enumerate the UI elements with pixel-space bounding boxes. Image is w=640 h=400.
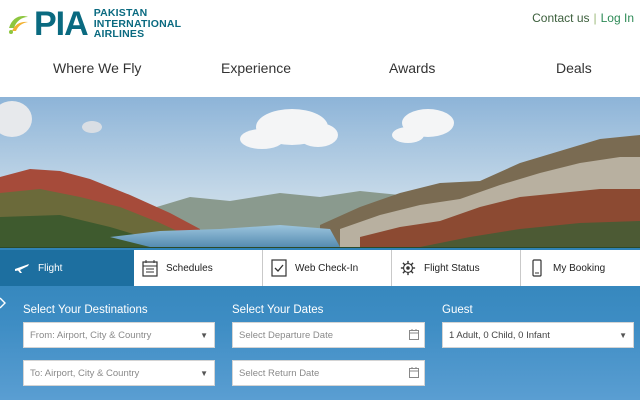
return-date-input[interactable]: Select Return Date [232, 360, 425, 386]
to-airport-select[interactable]: To: Airport, City & Country ▼ [23, 360, 215, 386]
guest-select[interactable]: 1 Adult, 0 Child, 0 Infant ▼ [442, 322, 634, 348]
return-placeholder: Select Return Date [239, 367, 320, 379]
plane-icon [14, 259, 30, 277]
destinations-label: Select Your Destinations [23, 304, 148, 316]
nav-where-we-fly[interactable]: Where We Fly [53, 60, 141, 76]
dates-label: Select Your Dates [232, 304, 324, 316]
calendar-icon [409, 329, 419, 340]
logo-swirl-icon [9, 16, 28, 34]
main-nav: Where We Fly Experience Awards Deals [0, 60, 640, 82]
top-links: Contact us | Log In [532, 11, 634, 25]
calendar-icon [409, 367, 419, 378]
tab-web-check-in[interactable]: Web Check-In [263, 250, 392, 286]
calendar-icon [142, 259, 158, 277]
to-placeholder: To: Airport, City & Country [30, 367, 140, 379]
pia-logo[interactable]: PIA PAKISTAN INTERNATIONAL AIRLINES [6, 6, 181, 42]
chevron-down-icon: ▼ [200, 331, 208, 340]
tab-label: Flight Status [424, 262, 480, 274]
logo-wordmark: PIA [34, 5, 89, 43]
chevron-down-icon: ▼ [619, 331, 627, 340]
tab-label: My Booking [553, 262, 606, 274]
link-separator: | [593, 11, 597, 25]
web-checkin-icon [271, 259, 287, 277]
hero-landscape-image [0, 97, 640, 257]
site-header: PIA PAKISTAN INTERNATIONAL AIRLINES Cont… [0, 0, 640, 97]
nav-awards[interactable]: Awards [389, 60, 435, 76]
tab-label: Web Check-In [295, 262, 359, 274]
chevron-down-icon: ▼ [200, 369, 208, 378]
nav-deals[interactable]: Deals [556, 60, 592, 76]
login-link[interactable]: Log In [601, 11, 634, 25]
mobile-icon [529, 259, 545, 277]
guest-label: Guest [442, 304, 473, 316]
tab-label: Schedules [166, 262, 213, 274]
tab-flight[interactable]: Flight [6, 250, 134, 286]
guest-value: 1 Adult, 0 Child, 0 Infant [449, 329, 550, 341]
from-placeholder: From: Airport, City & Country [30, 329, 152, 341]
tab-my-booking[interactable]: My Booking [521, 250, 640, 286]
tab-label: Flight [38, 262, 63, 274]
departure-placeholder: Select Departure Date [239, 329, 333, 341]
booking-tabs: Flight Schedules Web Check-In Flight Sta… [6, 250, 640, 286]
tab-flight-status[interactable]: Flight Status [392, 250, 521, 286]
from-airport-select[interactable]: From: Airport, City & Country ▼ [23, 322, 215, 348]
gear-icon [400, 259, 416, 277]
landscape-illustration [0, 97, 640, 257]
contact-us-link[interactable]: Contact us [532, 11, 589, 25]
departure-date-input[interactable]: Select Departure Date [232, 322, 425, 348]
logo-airline-name: PAKISTAN INTERNATIONAL AIRLINES [93, 7, 182, 41]
nav-experience[interactable]: Experience [221, 60, 291, 76]
booking-panel: Flight Schedules Web Check-In Flight Sta… [0, 248, 640, 400]
chevron-right-icon[interactable] [0, 296, 6, 310]
tab-schedules[interactable]: Schedules [134, 250, 263, 286]
